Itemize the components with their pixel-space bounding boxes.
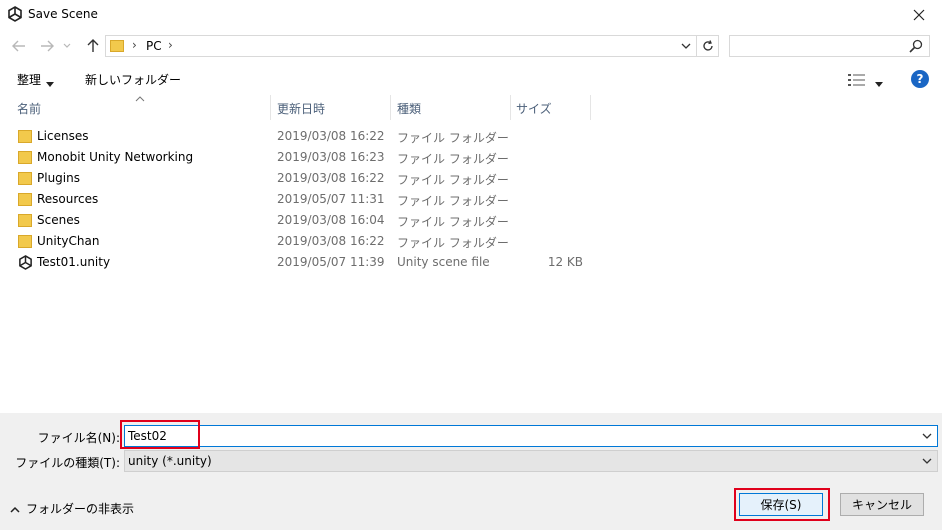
file-type: ファイル フォルダー bbox=[397, 194, 509, 208]
file-row[interactable]: Test01.unity 2019/05/07 11:39 Unity scen… bbox=[0, 252, 942, 273]
file-name: Plugins bbox=[37, 171, 80, 185]
file-type: Unity scene file bbox=[397, 255, 490, 269]
highlight-box bbox=[734, 488, 830, 521]
filename-input[interactable]: Test02 bbox=[124, 425, 938, 447]
file-date: 2019/03/08 16:22 bbox=[277, 171, 385, 185]
new-folder-button[interactable]: 新しいフォルダー bbox=[85, 71, 181, 88]
folder-icon bbox=[18, 129, 33, 144]
unity-logo-icon bbox=[7, 6, 23, 22]
filename-label: ファイル名(N): bbox=[37, 431, 120, 445]
details-view-icon[interactable] bbox=[848, 73, 866, 87]
file-type: ファイル フォルダー bbox=[397, 236, 509, 250]
folder-icon bbox=[110, 39, 124, 53]
folder-icon bbox=[18, 213, 33, 228]
column-divider[interactable] bbox=[590, 95, 591, 120]
file-type: ファイル フォルダー bbox=[397, 173, 509, 187]
address-bar[interactable]: › PC › bbox=[105, 35, 697, 57]
arrow-left-icon[interactable] bbox=[8, 36, 30, 56]
organize-button[interactable]: 整理 bbox=[17, 71, 41, 88]
filetype-label: ファイルの種類(T): bbox=[15, 456, 120, 470]
folder-icon bbox=[18, 192, 33, 207]
file-type: ファイル フォルダー bbox=[397, 215, 509, 229]
chevron-down-icon[interactable] bbox=[920, 429, 934, 443]
file-date: 2019/05/07 11:31 bbox=[277, 192, 385, 206]
sort-ascending-icon bbox=[135, 91, 145, 105]
column-divider[interactable] bbox=[510, 95, 511, 120]
file-row[interactable]: Scenes 2019/03/08 16:04 ファイル フォルダー bbox=[0, 210, 942, 231]
column-size[interactable]: サイズ bbox=[516, 100, 552, 117]
file-date: 2019/05/07 11:39 bbox=[277, 255, 385, 269]
file-date: 2019/03/08 16:22 bbox=[277, 234, 385, 248]
file-row[interactable]: Licenses 2019/03/08 16:22 ファイル フォルダー bbox=[0, 126, 942, 147]
chevron-down-icon[interactable] bbox=[679, 39, 693, 53]
folder-icon bbox=[18, 234, 33, 249]
column-divider[interactable] bbox=[270, 95, 271, 120]
file-date: 2019/03/08 16:23 bbox=[277, 150, 385, 164]
chevron-up-icon bbox=[10, 502, 20, 516]
highlight-box bbox=[120, 420, 200, 449]
title-bar: Save Scene bbox=[0, 0, 942, 30]
file-row[interactable]: UnityChan 2019/03/08 16:22 ファイル フォルダー bbox=[0, 231, 942, 252]
file-type: ファイル フォルダー bbox=[397, 131, 509, 145]
file-name: Test01.unity bbox=[37, 255, 111, 269]
chevron-down-icon[interactable] bbox=[60, 36, 74, 56]
file-name: Resources bbox=[37, 192, 99, 206]
file-name: UnityChan bbox=[37, 234, 100, 248]
column-header-row: 名前 更新日時 種類 サイズ bbox=[0, 95, 942, 120]
folder-icon bbox=[18, 171, 33, 186]
file-date: 2019/03/08 16:04 bbox=[277, 213, 385, 227]
chevron-down-icon[interactable] bbox=[46, 76, 54, 90]
column-date[interactable]: 更新日時 bbox=[277, 100, 325, 117]
search-icon bbox=[909, 39, 923, 53]
chevron-down-icon[interactable] bbox=[875, 76, 883, 90]
close-icon[interactable] bbox=[896, 0, 942, 30]
filetype-value: unity (*.unity) bbox=[128, 454, 212, 468]
hide-folders-toggle[interactable]: フォルダーの非表示 bbox=[10, 500, 134, 517]
filetype-select[interactable]: unity (*.unity) bbox=[124, 450, 938, 472]
refresh-icon[interactable] bbox=[697, 35, 719, 57]
column-divider[interactable] bbox=[390, 95, 391, 120]
file-row[interactable]: Monobit Unity Networking 2019/03/08 16:2… bbox=[0, 147, 942, 168]
command-bar: 整理 新しいフォルダー ? bbox=[0, 66, 942, 94]
cancel-button[interactable]: キャンセル bbox=[840, 493, 924, 516]
arrow-right-icon[interactable] bbox=[36, 36, 58, 56]
chevron-down-icon[interactable] bbox=[920, 454, 934, 468]
hide-folders-label: フォルダーの非表示 bbox=[26, 502, 135, 516]
file-name: Scenes bbox=[37, 213, 80, 227]
file-row[interactable]: Plugins 2019/03/08 16:22 ファイル フォルダー bbox=[0, 168, 942, 189]
help-icon[interactable]: ? bbox=[911, 70, 929, 88]
file-name: Monobit Unity Networking bbox=[37, 150, 194, 164]
column-type[interactable]: 種類 bbox=[397, 100, 421, 117]
file-size: 12 KB bbox=[547, 255, 583, 269]
breadcrumb-separator[interactable]: › bbox=[168, 38, 173, 52]
folder-icon bbox=[18, 150, 33, 165]
search-input[interactable] bbox=[729, 35, 930, 57]
file-name: Licenses bbox=[37, 129, 89, 143]
unity-file-icon bbox=[18, 255, 33, 270]
file-type: ファイル フォルダー bbox=[397, 152, 509, 166]
window-title: Save Scene bbox=[28, 7, 98, 21]
column-name[interactable]: 名前 bbox=[17, 100, 41, 117]
file-row[interactable]: Resources 2019/05/07 11:31 ファイル フォルダー bbox=[0, 189, 942, 210]
file-date: 2019/03/08 16:22 bbox=[277, 129, 385, 143]
arrow-up-icon[interactable] bbox=[82, 36, 104, 56]
breadcrumb-separator: › bbox=[132, 38, 137, 52]
breadcrumb-pc[interactable]: PC bbox=[146, 39, 162, 53]
